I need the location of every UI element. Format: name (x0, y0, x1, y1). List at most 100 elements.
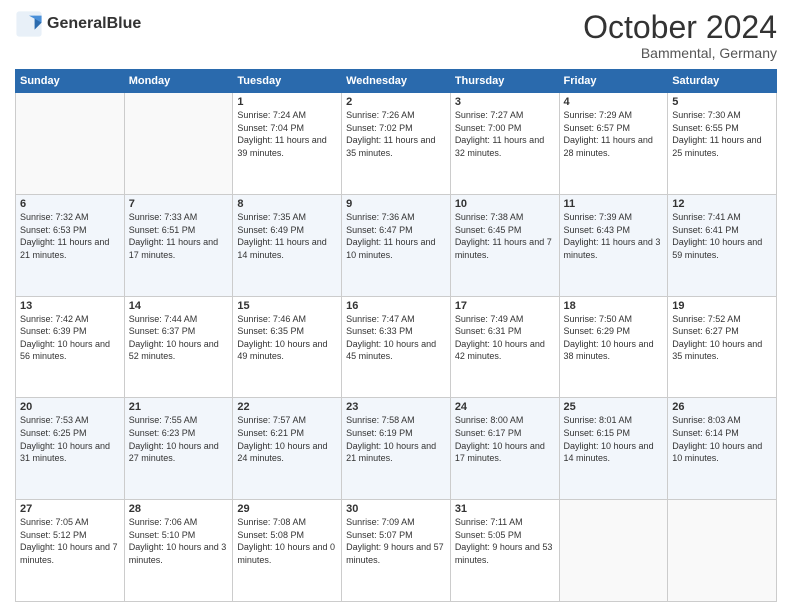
calendar-cell: 8Sunrise: 7:35 AMSunset: 6:49 PMDaylight… (233, 194, 342, 296)
day-number: 14 (129, 300, 229, 312)
day-info: Sunrise: 7:11 AMSunset: 5:05 PMDaylight:… (455, 516, 555, 566)
column-header-friday: Friday (559, 70, 668, 93)
day-info: Sunrise: 8:01 AMSunset: 6:15 PMDaylight:… (564, 414, 664, 464)
calendar-cell: 16Sunrise: 7:47 AMSunset: 6:33 PMDayligh… (342, 296, 451, 398)
week-row-3: 13Sunrise: 7:42 AMSunset: 6:39 PMDayligh… (16, 296, 777, 398)
calendar-cell: 13Sunrise: 7:42 AMSunset: 6:39 PMDayligh… (16, 296, 125, 398)
calendar-cell (668, 500, 777, 602)
day-info: Sunrise: 7:27 AMSunset: 7:00 PMDaylight:… (455, 109, 555, 159)
calendar-cell: 9Sunrise: 7:36 AMSunset: 6:47 PMDaylight… (342, 194, 451, 296)
title-area: October 2024 Bammental, Germany (583, 10, 777, 61)
day-number: 20 (20, 401, 120, 413)
calendar-cell: 23Sunrise: 7:58 AMSunset: 6:19 PMDayligh… (342, 398, 451, 500)
page: GeneralBlue October 2024 Bammental, Germ… (0, 0, 792, 612)
day-info: Sunrise: 7:08 AMSunset: 5:08 PMDaylight:… (237, 516, 337, 566)
calendar-cell: 19Sunrise: 7:52 AMSunset: 6:27 PMDayligh… (668, 296, 777, 398)
calendar-cell: 12Sunrise: 7:41 AMSunset: 6:41 PMDayligh… (668, 194, 777, 296)
day-number: 6 (20, 198, 120, 210)
column-header-saturday: Saturday (668, 70, 777, 93)
day-number: 5 (672, 96, 772, 108)
day-info: Sunrise: 7:47 AMSunset: 6:33 PMDaylight:… (346, 313, 446, 363)
day-info: Sunrise: 7:05 AMSunset: 5:12 PMDaylight:… (20, 516, 120, 566)
day-info: Sunrise: 7:44 AMSunset: 6:37 PMDaylight:… (129, 313, 229, 363)
week-row-4: 20Sunrise: 7:53 AMSunset: 6:25 PMDayligh… (16, 398, 777, 500)
day-info: Sunrise: 7:58 AMSunset: 6:19 PMDaylight:… (346, 414, 446, 464)
day-info: Sunrise: 7:50 AMSunset: 6:29 PMDaylight:… (564, 313, 664, 363)
day-number: 7 (129, 198, 229, 210)
day-number: 18 (564, 300, 664, 312)
day-number: 22 (237, 401, 337, 413)
calendar-cell (16, 93, 125, 195)
day-number: 9 (346, 198, 446, 210)
day-number: 4 (564, 96, 664, 108)
day-number: 15 (237, 300, 337, 312)
day-info: Sunrise: 7:57 AMSunset: 6:21 PMDaylight:… (237, 414, 337, 464)
calendar-cell: 4Sunrise: 7:29 AMSunset: 6:57 PMDaylight… (559, 93, 668, 195)
day-info: Sunrise: 7:33 AMSunset: 6:51 PMDaylight:… (129, 211, 229, 261)
calendar-cell: 3Sunrise: 7:27 AMSunset: 7:00 PMDaylight… (450, 93, 559, 195)
calendar-cell: 14Sunrise: 7:44 AMSunset: 6:37 PMDayligh… (124, 296, 233, 398)
calendar-cell: 5Sunrise: 7:30 AMSunset: 6:55 PMDaylight… (668, 93, 777, 195)
day-info: Sunrise: 7:32 AMSunset: 6:53 PMDaylight:… (20, 211, 120, 261)
day-info: Sunrise: 7:55 AMSunset: 6:23 PMDaylight:… (129, 414, 229, 464)
logo: GeneralBlue (15, 10, 141, 38)
calendar-cell: 21Sunrise: 7:55 AMSunset: 6:23 PMDayligh… (124, 398, 233, 500)
week-row-5: 27Sunrise: 7:05 AMSunset: 5:12 PMDayligh… (16, 500, 777, 602)
calendar-cell (559, 500, 668, 602)
logo-text: GeneralBlue (47, 15, 141, 33)
day-number: 2 (346, 96, 446, 108)
header-row: SundayMondayTuesdayWednesdayThursdayFrid… (16, 70, 777, 93)
day-number: 3 (455, 96, 555, 108)
day-number: 25 (564, 401, 664, 413)
day-info: Sunrise: 7:36 AMSunset: 6:47 PMDaylight:… (346, 211, 446, 261)
calendar: SundayMondayTuesdayWednesdayThursdayFrid… (15, 69, 777, 602)
calendar-cell: 7Sunrise: 7:33 AMSunset: 6:51 PMDaylight… (124, 194, 233, 296)
day-number: 8 (237, 198, 337, 210)
calendar-cell: 15Sunrise: 7:46 AMSunset: 6:35 PMDayligh… (233, 296, 342, 398)
day-number: 26 (672, 401, 772, 413)
column-header-wednesday: Wednesday (342, 70, 451, 93)
month-year: October 2024 (583, 10, 777, 45)
day-info: Sunrise: 7:29 AMSunset: 6:57 PMDaylight:… (564, 109, 664, 159)
calendar-cell: 31Sunrise: 7:11 AMSunset: 5:05 PMDayligh… (450, 500, 559, 602)
calendar-cell: 28Sunrise: 7:06 AMSunset: 5:10 PMDayligh… (124, 500, 233, 602)
day-info: Sunrise: 7:42 AMSunset: 6:39 PMDaylight:… (20, 313, 120, 363)
column-header-monday: Monday (124, 70, 233, 93)
calendar-cell: 18Sunrise: 7:50 AMSunset: 6:29 PMDayligh… (559, 296, 668, 398)
calendar-cell: 30Sunrise: 7:09 AMSunset: 5:07 PMDayligh… (342, 500, 451, 602)
day-info: Sunrise: 8:00 AMSunset: 6:17 PMDaylight:… (455, 414, 555, 464)
day-info: Sunrise: 7:06 AMSunset: 5:10 PMDaylight:… (129, 516, 229, 566)
calendar-cell (124, 93, 233, 195)
calendar-cell: 2Sunrise: 7:26 AMSunset: 7:02 PMDaylight… (342, 93, 451, 195)
calendar-cell: 10Sunrise: 7:38 AMSunset: 6:45 PMDayligh… (450, 194, 559, 296)
day-info: Sunrise: 7:26 AMSunset: 7:02 PMDaylight:… (346, 109, 446, 159)
calendar-cell: 25Sunrise: 8:01 AMSunset: 6:15 PMDayligh… (559, 398, 668, 500)
day-info: Sunrise: 7:38 AMSunset: 6:45 PMDaylight:… (455, 211, 555, 261)
location: Bammental, Germany (583, 45, 777, 61)
day-number: 30 (346, 503, 446, 515)
day-number: 12 (672, 198, 772, 210)
day-number: 16 (346, 300, 446, 312)
day-info: Sunrise: 7:53 AMSunset: 6:25 PMDaylight:… (20, 414, 120, 464)
day-number: 13 (20, 300, 120, 312)
logo-icon (15, 10, 43, 38)
day-number: 24 (455, 401, 555, 413)
calendar-cell: 1Sunrise: 7:24 AMSunset: 7:04 PMDaylight… (233, 93, 342, 195)
day-number: 1 (237, 96, 337, 108)
calendar-cell: 26Sunrise: 8:03 AMSunset: 6:14 PMDayligh… (668, 398, 777, 500)
day-number: 10 (455, 198, 555, 210)
calendar-cell: 11Sunrise: 7:39 AMSunset: 6:43 PMDayligh… (559, 194, 668, 296)
day-info: Sunrise: 7:09 AMSunset: 5:07 PMDaylight:… (346, 516, 446, 566)
day-info: Sunrise: 7:39 AMSunset: 6:43 PMDaylight:… (564, 211, 664, 261)
day-info: Sunrise: 7:35 AMSunset: 6:49 PMDaylight:… (237, 211, 337, 261)
day-info: Sunrise: 8:03 AMSunset: 6:14 PMDaylight:… (672, 414, 772, 464)
column-header-tuesday: Tuesday (233, 70, 342, 93)
day-info: Sunrise: 7:30 AMSunset: 6:55 PMDaylight:… (672, 109, 772, 159)
header: GeneralBlue October 2024 Bammental, Germ… (15, 10, 777, 61)
calendar-cell: 20Sunrise: 7:53 AMSunset: 6:25 PMDayligh… (16, 398, 125, 500)
day-number: 27 (20, 503, 120, 515)
calendar-cell: 22Sunrise: 7:57 AMSunset: 6:21 PMDayligh… (233, 398, 342, 500)
day-info: Sunrise: 7:46 AMSunset: 6:35 PMDaylight:… (237, 313, 337, 363)
day-number: 31 (455, 503, 555, 515)
day-info: Sunrise: 7:41 AMSunset: 6:41 PMDaylight:… (672, 211, 772, 261)
